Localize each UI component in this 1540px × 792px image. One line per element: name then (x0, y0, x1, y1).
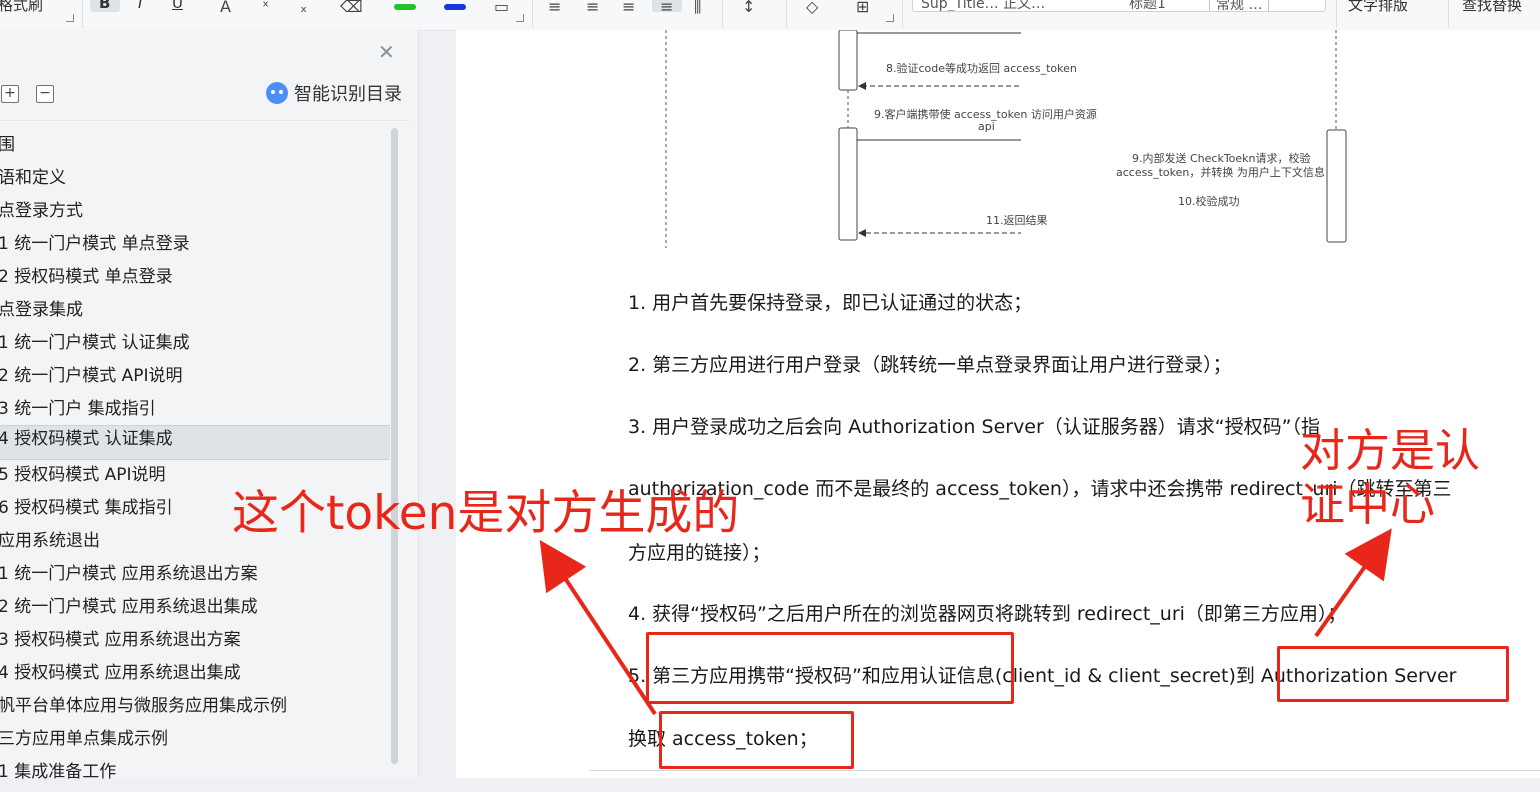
annotation-token-note: 这个token是对方生成的 (232, 486, 740, 541)
annotation-arrow-token (539, 539, 657, 716)
annotation-arrow-server (1314, 528, 1392, 638)
annotation-server-note-line2: 证中心 (1300, 478, 1436, 531)
page-bottom-line (590, 770, 1540, 771)
annotation-server-note-line1: 对方是认 (1300, 424, 1481, 477)
annotation-arrows (539, 528, 1392, 716)
